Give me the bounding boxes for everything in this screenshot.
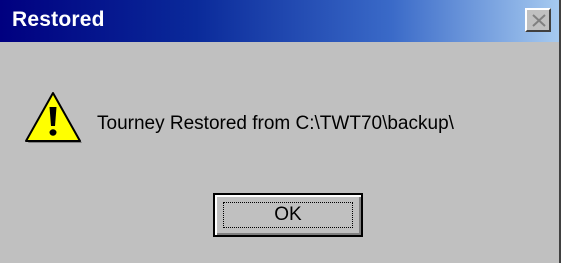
ok-button[interactable]: OK	[213, 193, 363, 237]
focus-rectangle: OK	[223, 202, 353, 228]
window-title: Restored	[12, 8, 105, 31]
ok-button-label: OK	[274, 204, 302, 225]
warning-icon	[25, 92, 82, 143]
close-button[interactable]	[525, 8, 551, 32]
close-icon	[532, 14, 546, 27]
message-text: Tourney Restored from C:\TWT70\backup\	[97, 113, 454, 134]
restored-dialog: Restored Tourney Restored from C:\TWT70\…	[0, 0, 561, 263]
title-bar[interactable]: Restored	[0, 0, 559, 42]
